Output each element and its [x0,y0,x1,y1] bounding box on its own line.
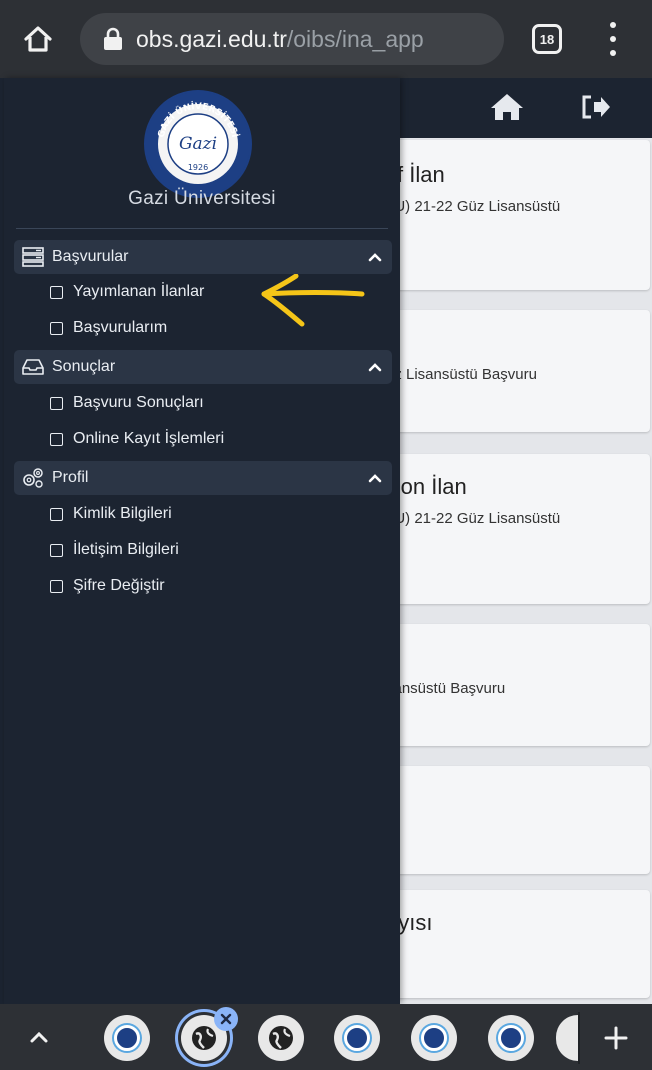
page: obs.gazi.edu.tr/oibs/ina_app 18 tif İlan… [0,0,652,1070]
gazi-favicon-icon [344,1025,370,1051]
announcement-card[interactable]: tif İlan LU) 21-22 Güz Lisansüstü [400,140,650,290]
announcement-card[interactable]: sansüstü Başvuru [400,624,650,746]
lock-icon [104,27,122,50]
menu-item-basvuru-sonuclari[interactable]: Başvuru Sonuçları [50,389,204,417]
divider [578,1012,580,1064]
menu-item-label: Yayımlanan İlanlar [73,283,205,300]
arrow-left-annotation-icon [261,274,365,327]
globe-icon [192,1026,216,1050]
list-icon [20,244,46,270]
close-icon [220,1013,232,1025]
tab-thumbnail-partial[interactable] [556,1015,578,1061]
address-bar[interactable]: obs.gazi.edu.tr/oibs/ina_app [80,13,504,65]
menu-item-basvurularim[interactable]: Başvurularım [50,314,167,342]
announcement-card[interactable]: ayısı [400,890,650,998]
square-icon [50,543,63,557]
plus-icon [604,1026,628,1050]
square-icon [50,507,63,521]
new-tab-button[interactable] [596,1018,636,1058]
menu-section-basvurular[interactable]: Başvurular [14,240,392,274]
chevron-up-icon[interactable] [358,461,392,495]
square-icon [50,396,63,410]
more-vert-icon[interactable] [600,22,626,56]
cogs-icon [20,465,46,491]
card-title: tif İlan [400,162,445,187]
section-label: Başvurular [52,248,129,265]
inbox-icon [20,354,46,380]
gazi-favicon-icon [114,1025,140,1051]
url-text: obs.gazi.edu.tr/oibs/ina_app [136,26,424,53]
menu-item-label: Kimlik Bilgileri [73,505,172,522]
menu-item-kimlik-bilgileri[interactable]: Kimlik Bilgileri [50,500,172,528]
menu-item-label: Online Kayıt İşlemleri [73,430,225,447]
tab-thumbnail[interactable] [258,1015,304,1061]
card-subtitle: LU) 21-22 Güz Lisansüstü [400,198,561,215]
chevron-up-icon[interactable] [358,350,392,384]
menu-item-iletisim-bilgileri[interactable]: İletişim Bilgileri [50,536,179,564]
tab-thumbnail[interactable] [411,1015,457,1061]
section-label: Profil [52,469,89,486]
globe-icon [269,1026,293,1050]
gazi-favicon-icon [421,1025,447,1051]
card-subtitle: üz Lisansüstü Başvuru [400,366,537,383]
menu-item-label: Şifre Değiştir [73,577,165,594]
tab-thumbnail[interactable] [334,1015,380,1061]
svg-text:Gazi: Gazi [179,134,217,154]
sign-out-icon[interactable] [580,94,612,120]
announcement-card[interactable] [400,766,650,874]
menu-item-label: Başvuru Sonuçları [73,394,204,411]
menu-section-profil[interactable]: Profil [14,461,392,495]
chevron-up-icon[interactable] [358,240,392,274]
svg-text:1926: 1926 [188,163,208,172]
square-icon [50,285,63,299]
house-icon[interactable] [490,92,524,122]
card-subtitle: LU) 21-22 Güz Lisansüstü [400,510,561,527]
university-logo: GAZİ ÜNİVERSİTESİ Gazi 1926 [144,90,252,198]
section-label: Sonuçlar [52,358,116,375]
navigation-drawer: GAZİ ÜNİVERSİTESİ Gazi 1926 Gazi Ünivers… [4,78,400,1004]
tab-thumbnail[interactable] [104,1015,150,1061]
menu-item-label: Başvurularım [73,319,168,336]
square-icon [50,579,63,593]
home-icon [24,26,52,52]
card-title: Son İlan [400,474,467,499]
menu-item-label: İletişim Bilgileri [73,541,179,558]
tab-strip [0,1004,652,1070]
menu-item-yayimlanan-ilanlar[interactable]: Yayımlanan İlanlar [50,278,204,306]
close-tab-button[interactable] [214,1007,238,1031]
university-name: Gazi Üniversitesi [128,188,276,209]
divider [16,228,388,229]
menu-item-online-kayit-islemleri[interactable]: Online Kayıt İşlemleri [50,425,224,453]
app-content: tif İlan LU) 21-22 Güz Lisansüstü üz Lis… [400,138,652,1004]
app-header [400,78,652,138]
announcement-card[interactable]: Son İlan LU) 21-22 Güz Lisansüstü [400,454,650,604]
gazi-favicon-icon [498,1025,524,1051]
menu-section-sonuclar[interactable]: Sonuçlar [14,350,392,384]
square-icon [50,321,63,335]
square-icon [50,432,63,446]
url-path: /oibs/ina_app [286,25,424,52]
url-domain: obs.gazi.edu.tr [136,25,287,52]
browser-toolbar: obs.gazi.edu.tr/oibs/ina_app 18 [0,0,652,78]
announcement-card[interactable]: üz Lisansüstü Başvuru [400,310,650,432]
chevron-up-icon[interactable] [22,1020,56,1054]
tab-thumbnail[interactable] [488,1015,534,1061]
menu-item-sifre-degistir[interactable]: Şifre Değiştir [50,572,165,600]
card-subtitle: sansüstü Başvuru [400,680,506,697]
tab-switcher-button[interactable]: 18 [532,24,562,54]
card-title: ayısı [400,910,433,935]
browser-home-button[interactable] [0,0,76,78]
